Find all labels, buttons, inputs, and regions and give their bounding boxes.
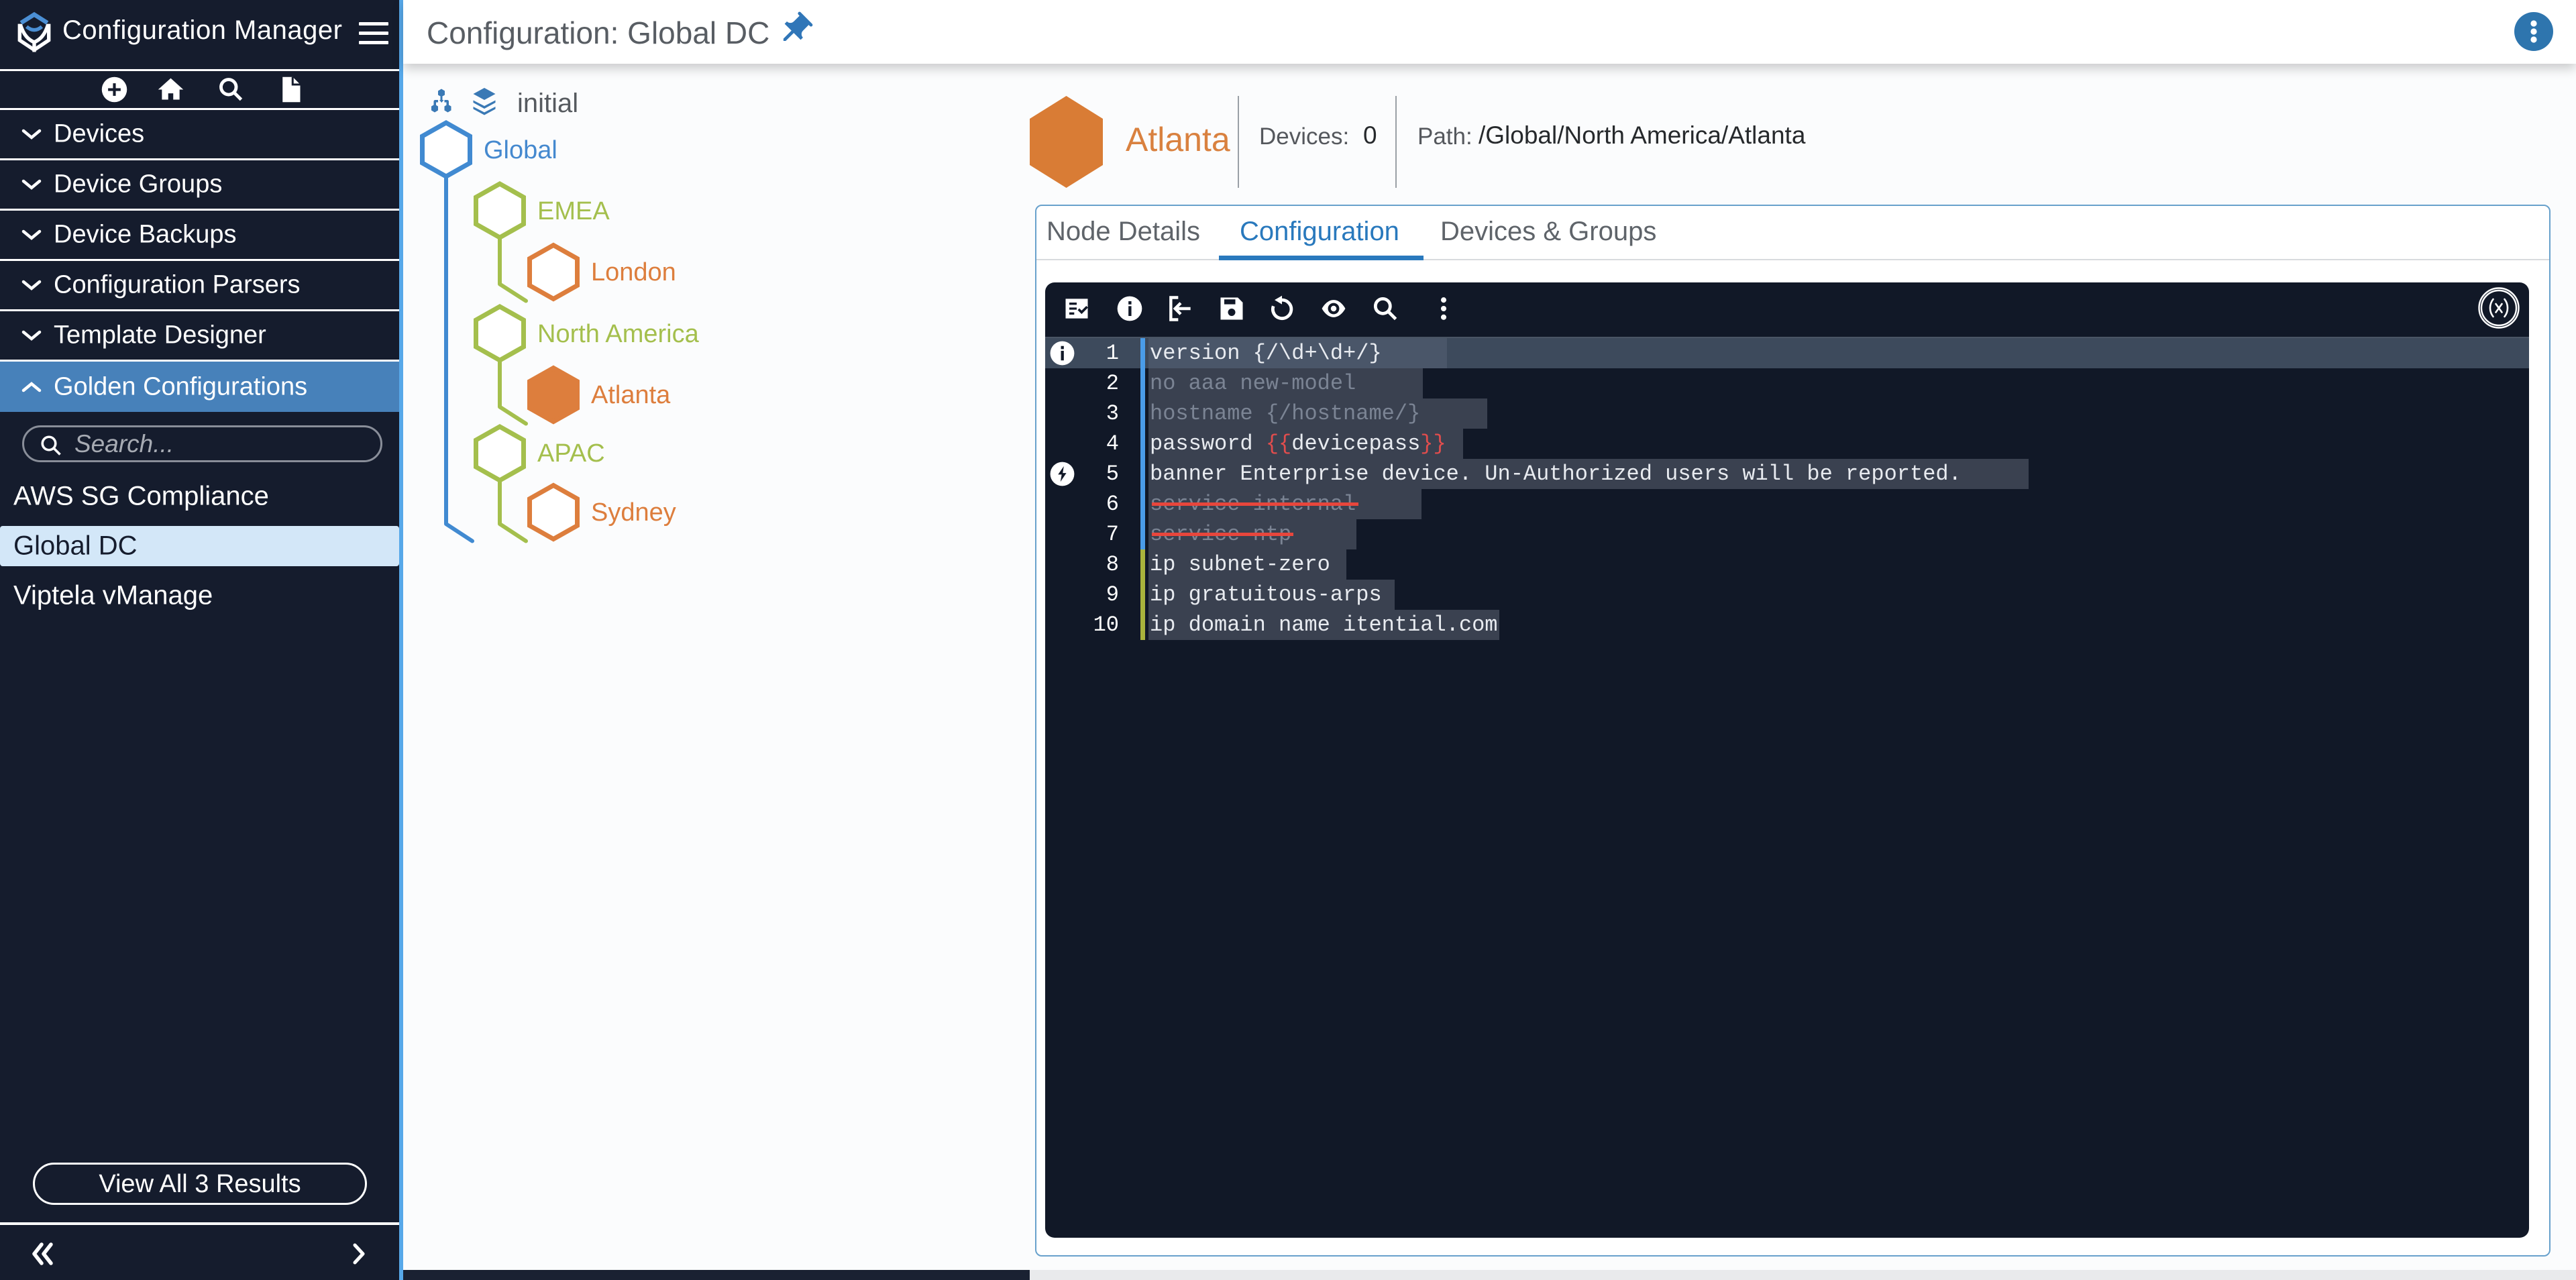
- svg-text:Global: Global: [484, 136, 557, 164]
- svg-text:EMEA: EMEA: [537, 197, 610, 225]
- svg-text:initial: initial: [517, 89, 578, 118]
- svg-text:Atlanta: Atlanta: [591, 381, 671, 409]
- svg-text:London: London: [591, 258, 676, 286]
- svg-text:North America: North America: [537, 320, 700, 348]
- svg-text:APAC: APAC: [537, 439, 605, 468]
- svg-text:Sydney: Sydney: [591, 498, 676, 527]
